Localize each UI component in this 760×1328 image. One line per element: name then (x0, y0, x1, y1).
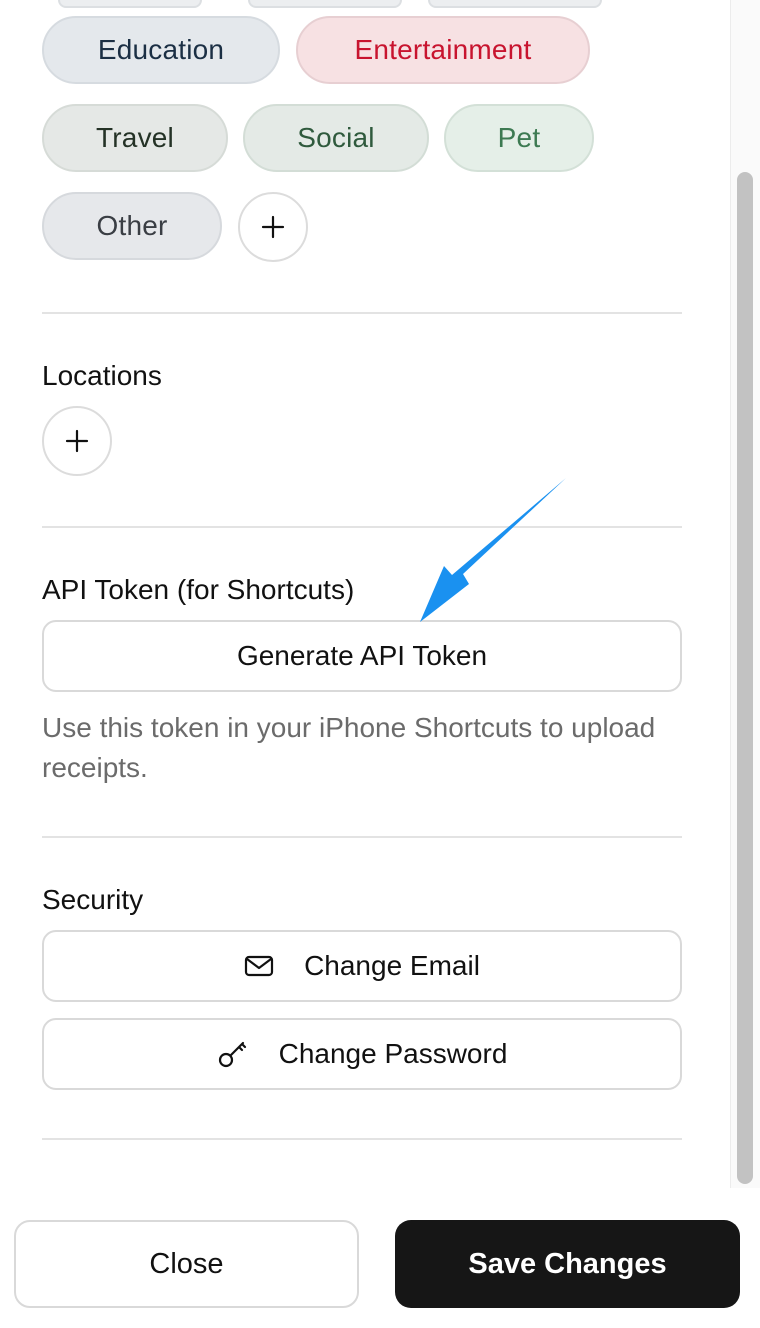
section-divider (42, 1138, 682, 1140)
tag-chip-entertainment[interactable]: Entertainment (296, 16, 590, 84)
add-category-button[interactable] (238, 192, 308, 262)
change-email-label: Change Email (304, 950, 480, 981)
security-title: Security (42, 884, 144, 915)
tag-chip-label: Travel (96, 122, 174, 153)
tag-chip-education[interactable]: Education (42, 16, 280, 84)
tag-chip-other[interactable]: Other (42, 192, 222, 260)
save-changes-button[interactable]: Save Changes (395, 1220, 740, 1308)
add-location-button[interactable] (42, 406, 112, 476)
locations-title: Locations (42, 360, 162, 391)
tag-chip-partial (58, 0, 202, 8)
section-divider (42, 312, 682, 314)
close-label: Close (149, 1247, 224, 1280)
generate-api-token-label: Generate API Token (236, 640, 488, 671)
scrollbar-thumb[interactable] (737, 172, 753, 1184)
close-button[interactable]: Close (14, 1220, 359, 1308)
tag-chip-label: Education (97, 34, 225, 65)
tag-chip-travel[interactable]: Travel (42, 104, 228, 172)
section-divider (42, 836, 682, 838)
key-icon (217, 1038, 249, 1070)
tag-chip-label: Other (96, 210, 168, 241)
tag-chip-label: Social (297, 122, 375, 153)
api-token-help-text: Use this token in your iPhone Shortcuts … (42, 712, 656, 783)
section-divider (42, 526, 682, 528)
tag-chip-partial (428, 0, 602, 8)
tag-chip-social[interactable]: Social (243, 104, 429, 172)
tag-chip-label: Pet (497, 122, 541, 153)
settings-scroll-area[interactable]: Education Entertainment Travel Social Pe… (0, 0, 730, 1188)
change-password-button[interactable]: Change Password (42, 1018, 682, 1090)
tag-chip-label: Entertainment (354, 34, 532, 65)
generate-api-token-button[interactable]: Generate API Token (42, 620, 682, 692)
change-password-label: Change Password (278, 1038, 508, 1069)
plus-icon (261, 215, 285, 239)
plus-icon (65, 429, 89, 453)
change-email-button[interactable]: Change Email (42, 930, 682, 1002)
mail-icon (244, 954, 274, 978)
tag-chip-partial (248, 0, 402, 8)
save-changes-label: Save Changes (468, 1247, 667, 1280)
api-token-title: API Token (for Shortcuts) (42, 574, 355, 605)
tag-chip-pet[interactable]: Pet (444, 104, 594, 172)
